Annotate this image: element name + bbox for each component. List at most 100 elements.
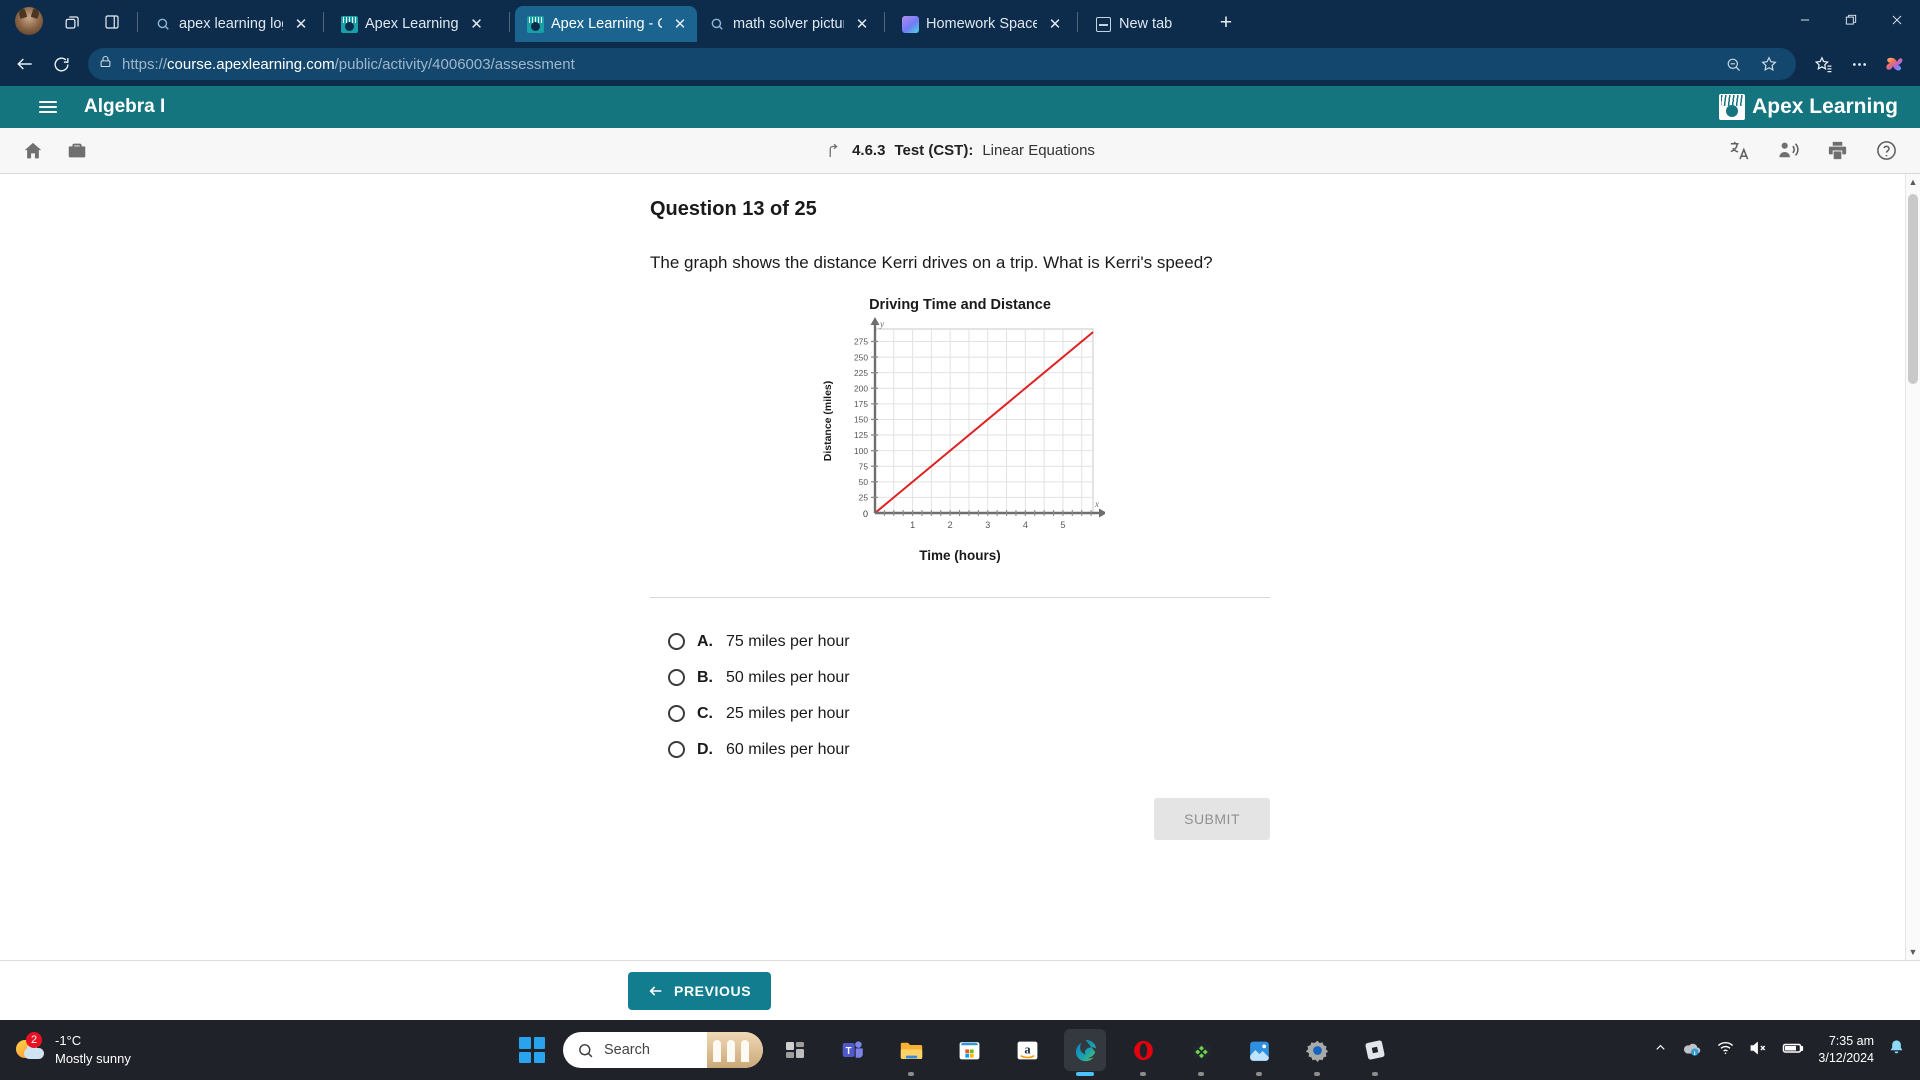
print-icon[interactable] bbox=[1826, 139, 1849, 162]
favorite-star-icon[interactable] bbox=[1752, 47, 1786, 81]
tab-actions-icon[interactable] bbox=[55, 5, 89, 39]
lesson-number: 4.6.3 bbox=[852, 142, 886, 159]
tab-close-icon[interactable]: ✕ bbox=[851, 13, 873, 35]
wifi-icon[interactable] bbox=[1716, 1038, 1735, 1062]
svg-text:50: 50 bbox=[859, 477, 869, 487]
chart-container: Driving Time and Distance y x 25 50 75 100 125… bbox=[650, 297, 1270, 563]
browser-tab-2[interactable]: Apex Learning - Courses ✕ bbox=[515, 6, 697, 42]
amazon-icon[interactable]: a bbox=[1006, 1029, 1048, 1071]
browser-tab-4[interactable]: Homework Space - Study ✕ bbox=[890, 6, 1072, 42]
weather-temperature: -1°C bbox=[55, 1033, 82, 1049]
roblox-icon[interactable] bbox=[1354, 1029, 1396, 1071]
answer-options-list: A. 75 miles per hour B. 50 miles per hou… bbox=[650, 598, 1270, 768]
tab-close-icon[interactable]: ✕ bbox=[466, 13, 488, 35]
scroll-up-arrow-icon[interactable]: ▲ bbox=[1906, 174, 1920, 190]
homework-icon bbox=[901, 15, 919, 33]
tab-close-icon[interactable]: ✕ bbox=[1044, 13, 1066, 35]
radio-button-a[interactable] bbox=[668, 633, 685, 651]
svg-text:2: 2 bbox=[948, 520, 953, 530]
question-block: Question 13 of 25 The graph shows the di… bbox=[650, 174, 1270, 563]
svg-text:125: 125 bbox=[854, 430, 868, 440]
question-heading: Question 13 of 25 bbox=[650, 198, 817, 220]
search-input[interactable]: Search bbox=[563, 1032, 763, 1068]
reload-button[interactable] bbox=[44, 47, 78, 81]
restore-button[interactable] bbox=[1828, 0, 1874, 40]
opera-icon[interactable] bbox=[1122, 1029, 1164, 1071]
notification-bell-icon[interactable] bbox=[1887, 1038, 1906, 1062]
teams-icon[interactable]: T bbox=[832, 1029, 874, 1071]
radio-button-d[interactable] bbox=[668, 741, 685, 759]
answer-option-c[interactable]: C. 25 miles per hour bbox=[650, 696, 1270, 732]
new-tab-button[interactable]: + bbox=[1211, 8, 1241, 38]
close-button[interactable] bbox=[1874, 0, 1920, 40]
answer-option-b[interactable]: B. 50 miles per hour bbox=[650, 660, 1270, 696]
volume-muted-icon[interactable] bbox=[1748, 1038, 1768, 1063]
copilot-icon[interactable] bbox=[1878, 47, 1912, 81]
scrollbar-thumb[interactable] bbox=[1908, 194, 1918, 384]
browser-tab-5[interactable]: New tab bbox=[1083, 6, 1203, 42]
lesson-type: Test (CST): bbox=[894, 142, 974, 159]
window-controls bbox=[1782, 0, 1920, 40]
scrollbar-track[interactable] bbox=[1906, 190, 1920, 944]
start-button-icon[interactable] bbox=[519, 1037, 545, 1063]
return-up-icon[interactable] bbox=[825, 142, 843, 160]
previous-button[interactable]: PREVIOUS bbox=[628, 971, 772, 1010]
lesson-toolbar: 4.6.3 Test (CST): Linear Equations bbox=[0, 128, 1920, 174]
windows-taskbar: 2 -1°C Mostly sunny Search T a i 7:35 am… bbox=[0, 1020, 1920, 1080]
scroll-down-arrow-icon[interactable]: ▼ bbox=[1906, 944, 1920, 960]
weather-icon: 2 bbox=[16, 1032, 46, 1065]
briefcase-icon[interactable] bbox=[66, 140, 88, 162]
zoom-out-icon[interactable] bbox=[1716, 47, 1750, 81]
onedrive-icon[interactable]: i bbox=[1681, 1037, 1703, 1064]
submit-button[interactable]: SUBMIT bbox=[1154, 797, 1270, 840]
option-letter: A. bbox=[697, 632, 713, 650]
answer-option-a[interactable]: A. 75 miles per hour bbox=[650, 624, 1270, 660]
clock[interactable]: 7:35 am 3/12/2024 bbox=[1818, 1033, 1874, 1068]
translate-icon[interactable] bbox=[1728, 139, 1751, 162]
svg-text:175: 175 bbox=[854, 399, 868, 409]
settings-icon[interactable] bbox=[1296, 1029, 1338, 1071]
minimize-button[interactable] bbox=[1782, 0, 1828, 40]
apex-icon bbox=[526, 15, 544, 33]
more-options-icon[interactable] bbox=[1842, 47, 1876, 81]
svg-text:275: 275 bbox=[854, 336, 868, 346]
tab-close-icon[interactable]: ✕ bbox=[290, 13, 312, 35]
tab-close-icon[interactable]: ✕ bbox=[669, 13, 691, 35]
svg-text:x: x bbox=[1094, 499, 1099, 509]
apex-icon bbox=[340, 15, 358, 33]
svg-text:a: a bbox=[1024, 1042, 1031, 1056]
search-placeholder: Search bbox=[604, 1042, 650, 1058]
microsoft-store-icon[interactable] bbox=[948, 1029, 990, 1071]
battery-icon[interactable] bbox=[1781, 1036, 1805, 1065]
xbox-icon[interactable] bbox=[1180, 1029, 1222, 1071]
option-text: 25 miles per hour bbox=[726, 704, 850, 722]
assessment-footer: PREVIOUS bbox=[0, 960, 1920, 1020]
profile-button[interactable] bbox=[10, 2, 48, 40]
home-icon[interactable] bbox=[22, 140, 44, 162]
edge-icon[interactable] bbox=[1064, 1029, 1106, 1071]
address-bar[interactable]: https://course.apexlearning.com/public/a… bbox=[88, 48, 1796, 80]
help-icon[interactable] bbox=[1875, 139, 1898, 162]
back-button[interactable] bbox=[8, 47, 42, 81]
apex-logo-mark-icon bbox=[1719, 94, 1746, 120]
browser-tab-3[interactable]: math solver picture - Sear ✕ bbox=[697, 6, 879, 42]
answer-option-d[interactable]: D. 60 miles per hour bbox=[650, 732, 1270, 768]
file-explorer-icon[interactable] bbox=[890, 1029, 932, 1071]
browser-tab-1[interactable]: Apex Learning ✕ bbox=[329, 6, 504, 42]
photos-icon[interactable] bbox=[1238, 1029, 1280, 1071]
menu-icon[interactable] bbox=[34, 94, 60, 120]
radio-button-b[interactable] bbox=[668, 669, 685, 687]
read-aloud-icon[interactable] bbox=[1777, 139, 1800, 162]
chevron-up-icon[interactable] bbox=[1653, 1040, 1668, 1060]
browser-tab-label: Homework Space - Study bbox=[926, 16, 1037, 32]
collections-icon[interactable] bbox=[1806, 47, 1840, 81]
svg-text:200: 200 bbox=[854, 383, 868, 393]
radio-button-c[interactable] bbox=[668, 705, 685, 723]
browser-tab-0[interactable]: apex learning log in - Sear ✕ bbox=[143, 6, 318, 42]
widgets-icon[interactable] bbox=[774, 1029, 816, 1071]
split-screen-icon[interactable] bbox=[95, 5, 129, 39]
tab-separator bbox=[137, 12, 138, 32]
page-scrollbar[interactable]: ▲ ▼ bbox=[1905, 174, 1920, 960]
tab-separator bbox=[323, 12, 324, 32]
weather-widget[interactable]: 2 -1°C Mostly sunny bbox=[0, 1032, 300, 1067]
